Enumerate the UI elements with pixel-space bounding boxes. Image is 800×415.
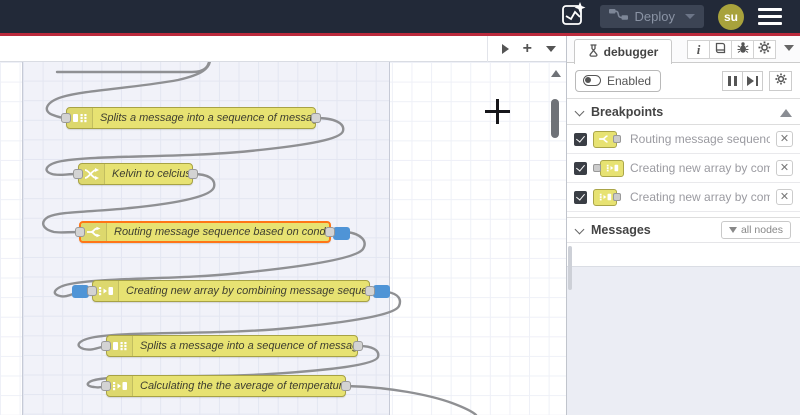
breakpoint-marker[interactable] — [373, 285, 390, 298]
step-button[interactable] — [742, 70, 763, 91]
flask-icon — [588, 44, 599, 60]
enabled-label: Enabled — [607, 73, 652, 88]
debugger-enabled-toggle[interactable]: Enabled — [575, 69, 662, 92]
output-port-icon — [613, 193, 621, 201]
remove-breakpoint-button[interactable]: ✕ — [776, 160, 793, 176]
output-port[interactable] — [341, 381, 351, 391]
filter-label: all nodes — [740, 224, 783, 236]
breakpoint-label: Creating new array by combining message … — [630, 161, 770, 175]
tab-debugger-label: debugger — [603, 45, 659, 59]
debugger-toolbar: Enabled — [567, 63, 800, 99]
deploy-label: Deploy — [634, 9, 675, 24]
node-join-2[interactable]: Calculating the the average of temperatu… — [101, 375, 351, 397]
user-avatar[interactable]: su — [718, 3, 744, 30]
filter-icon — [728, 227, 737, 233]
node-split-1[interactable]: Splits a message into a sequence of mess… — [61, 107, 321, 129]
bug-icon — [737, 41, 749, 59]
output-port-icon — [613, 135, 621, 143]
debugger-settings-button[interactable] — [769, 70, 792, 91]
toggle-icon — [583, 75, 601, 86]
breakpoint-marker[interactable] — [333, 227, 350, 240]
message-filter-button[interactable]: all nodes — [720, 221, 791, 239]
step-icon — [747, 75, 758, 86]
input-port[interactable] — [61, 113, 71, 123]
breakpoint-label: Routing message sequence based on condit… — [630, 132, 770, 146]
image-sparkle-icon[interactable] — [560, 1, 586, 32]
node-label: Calculating the the average of temperatu… — [140, 380, 345, 392]
breakpoints-title: Breakpoints — [591, 104, 664, 119]
messages-empty-list — [567, 243, 800, 265]
flow-list-icon[interactable] — [546, 46, 556, 52]
input-port[interactable] — [73, 169, 83, 179]
crosshair-cursor — [496, 99, 499, 124]
breakpoint-checkbox[interactable] — [574, 132, 587, 146]
output-port[interactable] — [188, 169, 198, 179]
canvas-scrollbar-thumb[interactable] — [551, 99, 559, 138]
node-change-1[interactable]: Kelvin to celcius — [73, 163, 198, 185]
breakpoint-checkbox[interactable] — [574, 161, 587, 175]
node-label: Routing message sequence based on condit… — [114, 226, 329, 238]
breakpoint-row[interactable]: Routing message sequence based on condit… — [567, 125, 800, 154]
info-tab-button[interactable]: i — [687, 40, 710, 59]
output-port[interactable] — [353, 341, 363, 351]
remove-breakpoint-button[interactable]: ✕ — [776, 131, 793, 147]
input-port[interactable] — [101, 341, 111, 351]
deploy-nodes-icon — [608, 8, 628, 26]
node-label: Creating new array by combining message … — [126, 285, 369, 297]
output-port[interactable] — [311, 113, 321, 123]
breakpoint-row[interactable]: Creating new array by combining message … — [567, 183, 800, 212]
sidebar-scroll-up-icon[interactable] — [780, 109, 792, 117]
output-port[interactable] — [365, 286, 375, 296]
breakpoint-checkbox[interactable] — [574, 190, 587, 204]
join-node-badge — [593, 188, 624, 206]
pause-button[interactable] — [722, 70, 743, 91]
debug-sidebar: debugger i Enabled Breakpoints Routing m… — [566, 36, 800, 415]
node-label: Kelvin to celcius — [112, 168, 191, 180]
output-port[interactable] — [325, 227, 335, 237]
node-join-1[interactable]: Creating new array by combining message … — [72, 280, 390, 302]
gear-icon — [758, 41, 771, 59]
node-switch-1[interactable]: Routing message sequence based on condit… — [75, 221, 350, 243]
input-port-icon — [593, 164, 601, 172]
info-icon: i — [696, 41, 701, 57]
breakpoint-row[interactable]: Creating new array by combining message … — [567, 154, 800, 183]
sidebar-scrollbar-thumb[interactable] — [568, 246, 572, 290]
deploy-button[interactable]: Deploy — [599, 5, 704, 28]
chevron-down-icon — [576, 108, 584, 116]
breakpoint-label: Creating new array by combining message … — [630, 190, 770, 204]
sidebar-menu-caret-icon[interactable] — [784, 45, 794, 51]
canvas-grid[interactable]: Splits a message into a sequence of mess… — [0, 61, 566, 415]
add-flow-button[interactable]: + — [523, 41, 532, 57]
config-tab-button[interactable] — [753, 40, 776, 59]
book-icon — [714, 41, 727, 59]
node-label: Splits a message into a sequence of mess… — [100, 112, 315, 124]
flow-canvas[interactable]: Splits a message into a sequence of mess… — [0, 36, 566, 415]
sidebar-tabrow: debugger i — [567, 36, 800, 64]
main-menu-icon[interactable] — [758, 8, 782, 25]
remove-breakpoint-button[interactable]: ✕ — [776, 189, 793, 205]
tab-scroll-right-icon[interactable] — [501, 44, 509, 54]
messages-title: Messages — [591, 223, 651, 237]
messages-section-header[interactable]: Messages all nodes — [567, 217, 800, 243]
debug-tab-button[interactable] — [731, 40, 754, 59]
input-port[interactable] — [87, 286, 97, 296]
switch-node-badge — [593, 130, 624, 148]
tab-debugger[interactable]: debugger — [574, 39, 672, 64]
gear-icon — [774, 72, 787, 90]
canvas-scroll-up-icon[interactable] — [551, 70, 561, 77]
node-split-2[interactable]: Splits a message into a sequence of mess… — [101, 335, 363, 357]
input-port[interactable] — [75, 227, 85, 237]
sidebar-empty-area — [567, 266, 800, 415]
join-node-badge — [593, 159, 624, 177]
node-red-window: Deploy su Splits a message into a sequen… — [0, 0, 800, 415]
chevron-down-icon — [576, 226, 584, 234]
pause-icon — [728, 75, 737, 86]
app-header: Deploy su — [0, 0, 800, 33]
help-tab-button[interactable] — [709, 40, 732, 59]
flow-tabstrip: + — [0, 36, 566, 62]
node-label: Splits a message into a sequence of mess… — [140, 340, 357, 352]
input-port[interactable] — [101, 381, 111, 391]
breakpoints-section-header[interactable]: Breakpoints — [567, 99, 800, 125]
deploy-caret-icon[interactable] — [685, 14, 695, 19]
